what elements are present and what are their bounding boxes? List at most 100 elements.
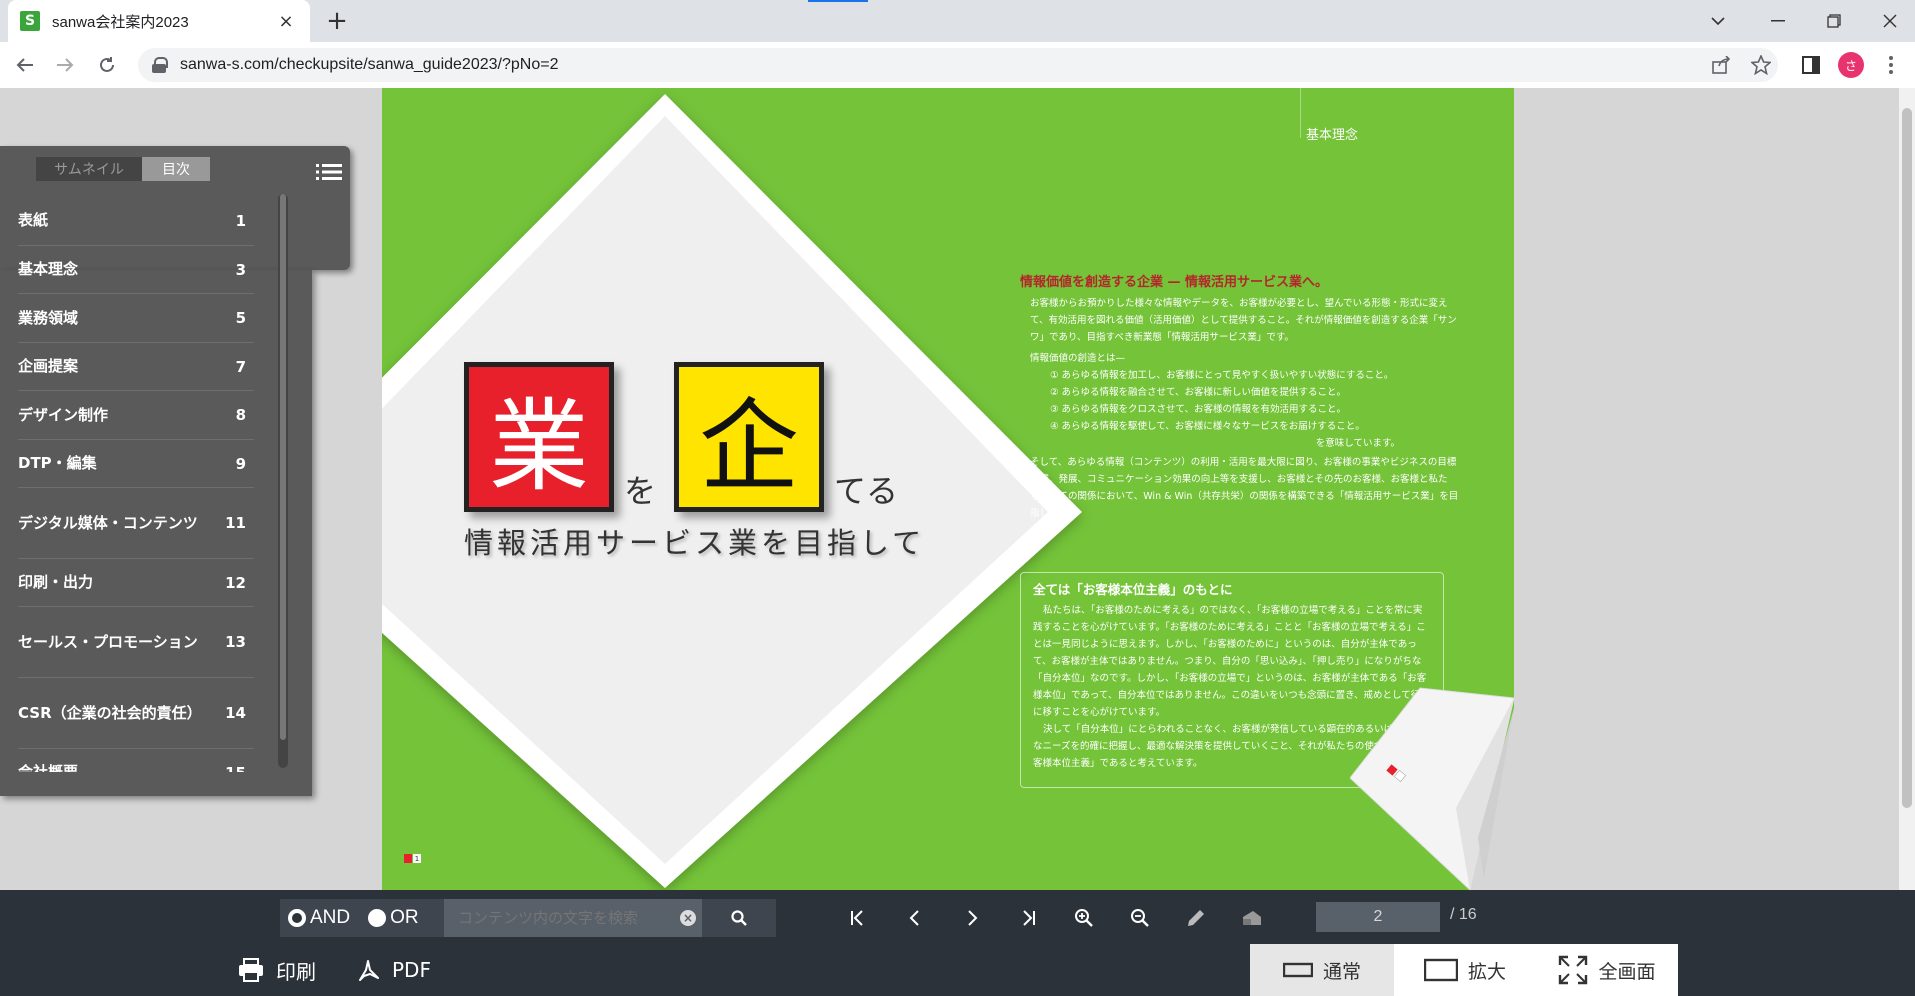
tab-thumbnail[interactable]: サムネイル: [36, 157, 142, 181]
toc-item-page: 13: [225, 633, 246, 651]
toc-item-label: 業務領域: [18, 308, 79, 327]
and-label[interactable]: AND: [310, 907, 350, 929]
lock-icon[interactable]: [152, 57, 168, 73]
toc-item[interactable]: CSR（企業の社会的責任） 14: [18, 678, 254, 749]
clear-icon: ×: [680, 910, 696, 926]
toc-item[interactable]: DTP・編集 9: [18, 440, 254, 488]
toc-item-label: CSR（企業の社会的責任）: [18, 703, 202, 722]
page-number-left: 1: [404, 854, 421, 863]
first-page-button[interactable]: [844, 904, 872, 932]
toc-item-page: 8: [235, 406, 246, 424]
copy-list-item: ① あらゆる情報を加工し、お客様にとって見やすく扱いやすい状態にすること。: [1050, 370, 1394, 381]
toc-item[interactable]: 企画提案 7: [18, 343, 254, 391]
tab-search-chevron-icon[interactable]: [1698, 6, 1738, 36]
loading-indicator: [808, 0, 868, 2]
search-button[interactable]: [702, 899, 776, 937]
tab-title: sanwa会社案内2023: [52, 13, 189, 31]
minimize-icon[interactable]: [1758, 6, 1798, 36]
printer-icon: [239, 958, 263, 982]
prev-page-button[interactable]: [901, 904, 929, 932]
viewer-controls: AND OR × / 16: [0, 890, 1915, 944]
browser-tab[interactable]: S sanwa会社案内2023 ×: [8, 0, 310, 42]
pdf-icon: [359, 960, 379, 981]
toc-item[interactable]: 印刷・出力 12: [18, 559, 254, 607]
toc-item-label: 表紙: [18, 211, 49, 229]
bookmark-star-icon[interactable]: [1746, 50, 1776, 80]
browser-toolbar: sanwa-s.com/checkupsite/sanwa_guide2023/…: [0, 42, 1915, 88]
toc-tabs: サムネイル 目次: [36, 157, 210, 181]
profile-avatar[interactable]: さ: [1838, 52, 1864, 78]
print-button[interactable]: 印刷: [238, 954, 316, 986]
new-tab-button[interactable]: +: [322, 6, 352, 36]
page-number-input[interactable]: [1316, 902, 1440, 932]
view-normal-button[interactable]: 通常: [1250, 944, 1394, 996]
toc-scrollbar-thumb[interactable]: [280, 194, 286, 740]
address-bar[interactable]: sanwa-s.com/checkupsite/sanwa_guide2023/…: [138, 48, 1778, 82]
section-header-label: 基本理念: [1306, 128, 1359, 143]
header-divider: [1300, 88, 1301, 138]
toc-item-page: 15: [225, 764, 252, 773]
tab-contents[interactable]: 目次: [142, 157, 210, 181]
toc-item-page: 11: [225, 514, 246, 532]
next-page-button[interactable]: [958, 904, 986, 932]
url-text: sanwa-s.com/checkupsite/sanwa_guide2023/…: [180, 56, 559, 73]
browser-menu-icon[interactable]: [1876, 50, 1906, 80]
toc-item[interactable]: デザイン制作 8: [18, 391, 254, 440]
copy-title: 情報価値を創造する企業 — 情報活用サービス業へ。: [1020, 275, 1329, 290]
zoom-in-button[interactable]: [1070, 904, 1098, 932]
view-zoom-button[interactable]: 拡大: [1394, 944, 1536, 996]
browser-tabstrip: S sanwa会社案内2023 × +: [0, 0, 1915, 42]
reload-icon[interactable]: [92, 50, 122, 80]
share-icon[interactable]: [1706, 50, 1736, 80]
search-input[interactable]: [444, 899, 674, 937]
toc-item[interactable]: 基本理念 3: [18, 246, 254, 294]
eraser-button[interactable]: [1238, 904, 1266, 932]
toc-item-page: 1: [235, 211, 246, 230]
toc-item[interactable]: 業務領域 5: [18, 294, 254, 343]
and-radio[interactable]: [288, 909, 306, 927]
toc-item[interactable]: 表紙 1: [18, 196, 254, 246]
toc-item-label: デザイン制作: [18, 405, 109, 424]
pdf-button[interactable]: PDF: [356, 954, 431, 986]
search-clear-button[interactable]: ×: [674, 899, 702, 937]
view-fullscreen-button[interactable]: 全画面: [1536, 944, 1678, 996]
copy-list-item: ② あらゆる情報を融合させて、お客様に新しい価値を提供すること。: [1050, 387, 1347, 398]
toc-panel: サムネイル 目次 表紙 1 基本理念 3 業務領域 5 企画提案 7 デザイン制作 8 D…: [0, 146, 350, 796]
forward-arrow-icon[interactable]: [50, 50, 80, 80]
toc-item[interactable]: デジタル媒体・コンテンツ 11: [18, 488, 254, 559]
print-label: 印刷: [276, 959, 316, 984]
toc-scrollbar[interactable]: [278, 194, 288, 768]
close-window-icon[interactable]: [1870, 6, 1910, 36]
zoom-out-icon: [1131, 909, 1149, 927]
hero-subtitle: 情報活用サービス業を目指して: [464, 526, 926, 560]
toc-item-label: DTP・編集: [18, 454, 97, 472]
copy-lead: 情報価値の創造とは—: [1030, 353, 1126, 364]
last-page-button[interactable]: [1014, 904, 1042, 932]
side-panel-icon[interactable]: [1796, 50, 1826, 80]
list-menu-icon[interactable]: [316, 162, 342, 182]
toc-item[interactable]: セールス・プロモーション 13: [18, 607, 254, 678]
toc-item-page: 3: [235, 260, 246, 279]
tab-close-icon[interactable]: ×: [274, 11, 298, 32]
page-mark-icon: [404, 854, 412, 863]
zoom-out-button[interactable]: [1126, 904, 1154, 932]
copy-list-item: ④ あらゆる情報を駆使して、お客様に様々なサービスをお届けすること。: [1050, 421, 1365, 432]
toc-item-label: 会社概要: [18, 763, 79, 772]
toc-item-label: 企画提案: [18, 357, 79, 375]
toc-item-label: 基本理念: [18, 260, 79, 278]
toc-item[interactable]: 会社概要 15: [18, 749, 254, 772]
zoom-view-icon: [1423, 958, 1458, 982]
back-arrow-icon[interactable]: [10, 50, 40, 80]
or-radio[interactable]: [368, 909, 387, 927]
or-label[interactable]: OR: [390, 907, 419, 929]
site-favicon-icon: S: [20, 11, 40, 31]
copy-paragraph-1: お客様からお預かりした様々な情報やデータを、お客様が必要とし、望んでいる形態・形…: [1030, 298, 1457, 343]
page-scrollbar[interactable]: [1899, 88, 1915, 890]
kanji-yellow-box: 企: [674, 362, 825, 512]
page-scrollbar-thumb[interactable]: [1902, 108, 1912, 808]
restore-icon[interactable]: [1814, 6, 1854, 36]
bottom-bar: 印刷 PDF 通常 拡大 全画面: [0, 944, 1915, 996]
pen-button[interactable]: [1182, 904, 1210, 932]
view-normal-label: 通常: [1322, 960, 1361, 983]
page-curl-corner[interactable]: [1350, 628, 1514, 890]
